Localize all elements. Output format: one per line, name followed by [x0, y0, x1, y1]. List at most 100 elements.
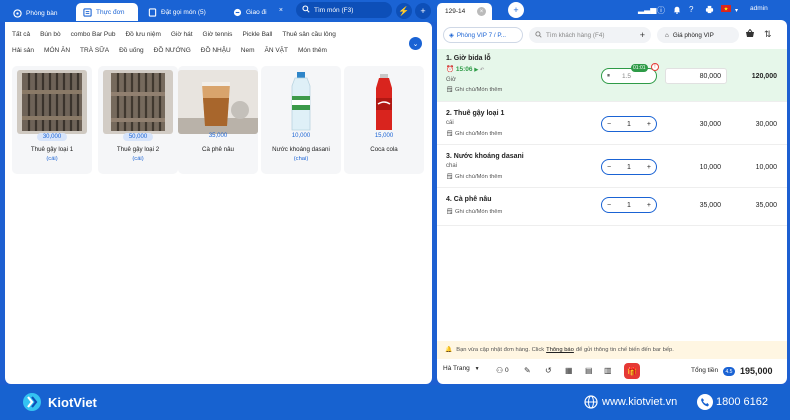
product-card[interactable]: 10,000 Nước khoáng dasani (chai)	[261, 66, 341, 174]
staff-selector[interactable]: Hà Trang ▼	[443, 365, 480, 372]
order-item-note[interactable]: 🗒 Ghi chú/Món thêm	[446, 209, 502, 215]
play-icon[interactable]: ▶	[474, 67, 478, 73]
note-icon: 🗒	[446, 174, 454, 180]
history-icon[interactable]: ↺	[545, 366, 552, 375]
product-card[interactable]: 35,000 Cà phê nâu	[178, 66, 258, 174]
order-item-note[interactable]: 🗒 Ghi chú/Món thêm	[446, 131, 502, 137]
kiotviet-logo-icon	[23, 393, 41, 411]
plus-icon[interactable]: +	[647, 121, 651, 128]
help-icon[interactable]: ?	[689, 5, 693, 14]
order-row[interactable]: 2. Thuê gậy loại 1 cái 🗒 Ghi chú/Món thê…	[437, 102, 787, 145]
timer-badge: 01:01	[631, 64, 648, 72]
add-customer-icon[interactable]: +	[640, 30, 645, 40]
category-item[interactable]: Giờ tennis	[203, 27, 233, 43]
order-item-price: 10,000	[699, 164, 721, 171]
order-footer: Hà Trang ▼ ⚇ 0 ✎ ↺ ▦ ▤ ▥ 🎁 Tổng tiền 4.5…	[437, 361, 787, 383]
bell-icon[interactable]	[673, 5, 681, 16]
notice-text: Bạn vừa cập nhật đơn hàng. Click	[456, 347, 545, 353]
undo-icon[interactable]: ↶	[480, 67, 484, 73]
tab-menu[interactable]: Thực đơn	[76, 3, 138, 21]
order-row[interactable]: 1. Giờ bida lỗ ⏰ 15:06 ▶ ↶ Giờ 🗒 Ghi chú…	[437, 49, 787, 102]
admin-username[interactable]: admin	[750, 5, 768, 12]
product-name: Thuê gậy loại 2	[116, 146, 160, 153]
plus-icon[interactable]: +	[647, 164, 651, 171]
notice-text-end: để gửi thông tin chế biến đến bar bếp.	[575, 347, 674, 353]
product-card[interactable]: 15,000 Coca cola	[344, 66, 424, 174]
flag-icon[interactable]: ★	[721, 5, 731, 14]
minus-icon[interactable]: −	[607, 121, 611, 128]
chevron-down-icon[interactable]: ▾	[735, 7, 738, 14]
category-item[interactable]: Tất cả	[12, 27, 30, 43]
search-input[interactable]: Tìm món (F3)	[296, 2, 392, 18]
quantity-stepper[interactable]: − 1 +	[601, 159, 657, 175]
category-item[interactable]: TRÀ SỮA	[80, 43, 109, 59]
price-list-selector[interactable]: ⌂ Giá phòng VIP	[657, 27, 739, 43]
tab-rooms[interactable]: Phòng bàn	[6, 4, 72, 22]
close-tab-icon[interactable]: ×	[279, 7, 283, 14]
pause-icon[interactable]: ⏸	[607, 73, 610, 80]
order-item-total: 120,000	[751, 73, 777, 80]
product-card[interactable]: 50,000 Thuê gậy loại 2 (cái)	[98, 66, 178, 174]
tab-orders-label: Đặt gọi món (5)	[161, 8, 206, 16]
sort-icon[interactable]: ⇅	[764, 29, 772, 40]
room-selector[interactable]: ◈ Phòng VIP 7 / P...	[443, 27, 523, 43]
brand-bar: KiotViet www.kiotviet.vn 1800 6162	[0, 385, 790, 420]
quantity-stepper[interactable]: − 1 +	[601, 197, 657, 213]
grid-icon	[12, 8, 22, 18]
product-card[interactable]: 30,000 Thuê gậy loại 1 (cái)	[12, 66, 92, 174]
product-price: 30,000	[36, 133, 68, 141]
calendar-icon[interactable]: ▦	[565, 366, 573, 375]
info-icon[interactable]: ⓘ	[657, 5, 665, 16]
add-order-tab-button[interactable]: +	[508, 2, 524, 18]
document-icon[interactable]: ▤	[585, 366, 593, 375]
category-item[interactable]: combo Bar Pub	[71, 27, 116, 43]
category-item[interactable]: Pickle Ball	[242, 27, 272, 43]
phone-icon	[697, 394, 713, 410]
tab-delivery[interactable]: Giao đi ×	[226, 3, 288, 21]
printer-icon[interactable]	[705, 5, 714, 16]
add-tab-left-button[interactable]: +	[415, 3, 431, 19]
receipt-icon[interactable]: ▥	[604, 366, 612, 375]
time-quantity-field[interactable]: ⏸ 1.5	[601, 68, 657, 84]
category-item[interactable]: Nem	[241, 43, 255, 59]
category-item[interactable]: ĐỒ NHẬU	[201, 43, 231, 59]
tab-orders[interactable]: Đặt gọi món (5)	[141, 3, 223, 21]
plus-icon[interactable]: +	[647, 202, 651, 209]
customer-search-input[interactable]: Tìm khách hàng (F4) +	[529, 27, 651, 43]
minus-icon[interactable]: −	[607, 164, 611, 171]
category-item[interactable]: Đồ lưu niệm	[125, 27, 160, 43]
basket-icon[interactable]	[745, 28, 755, 40]
gift-button[interactable]: 🎁	[624, 363, 640, 379]
order-row[interactable]: 4. Cà phê nâu 🗒 Ghi chú/Món thêm − 1 + 3…	[437, 188, 787, 226]
category-item[interactable]: Bún bò	[40, 27, 61, 43]
website-link[interactable]: www.kiotviet.vn	[602, 396, 677, 408]
tag-icon: ⌂	[665, 31, 669, 39]
product-price: 35,000	[208, 133, 228, 139]
category-item[interactable]: ĐỒ NƯỚNG	[154, 43, 191, 59]
order-item-note[interactable]: 🗒 Ghi chú/Món thêm	[446, 87, 502, 93]
flash-button[interactable]: ⚡	[396, 3, 412, 19]
notify-link[interactable]: Thông báo	[546, 347, 574, 353]
room-label: Phòng VIP 7 / P...	[456, 31, 506, 39]
expand-categories-button[interactable]: ⌄	[409, 37, 422, 50]
guests-icon[interactable]: ⚇	[496, 366, 503, 375]
order-row[interactable]: 3. Nước khoáng dasani chai 🗒 Ghi chú/Món…	[437, 145, 787, 188]
warning-icon[interactable]: !	[651, 63, 659, 71]
category-item[interactable]: ĂN VẶT	[265, 43, 288, 59]
close-order-tab-icon[interactable]: ×	[477, 7, 486, 16]
minus-icon[interactable]: −	[607, 202, 611, 209]
category-item[interactable]: Giờ hát	[171, 27, 193, 43]
edit-icon[interactable]: ✎	[524, 366, 531, 375]
quantity-stepper[interactable]: − 1 +	[601, 116, 657, 132]
hotline-number[interactable]: 1800 6162	[716, 396, 768, 408]
category-item[interactable]: MÓN ĂN	[44, 43, 70, 59]
order-tab[interactable]: 129-14 ×	[437, 3, 492, 20]
category-item[interactable]: Hải sản	[12, 43, 34, 59]
signal-icon: ▂▃▅	[638, 5, 657, 14]
order-item-note[interactable]: 🗒 Ghi chú/Món thêm	[446, 174, 502, 180]
category-item[interactable]: Đồ uống	[119, 43, 144, 59]
order-item-name: 3. Nước khoáng dasani	[446, 153, 524, 160]
category-item[interactable]: Thuê sân cầu lông	[282, 27, 335, 43]
category-item[interactable]: Món thêm	[298, 43, 327, 59]
menu-panel: Tất cả Bún bò combo Bar Pub Đồ lưu niệm Giờ …	[5, 22, 432, 384]
